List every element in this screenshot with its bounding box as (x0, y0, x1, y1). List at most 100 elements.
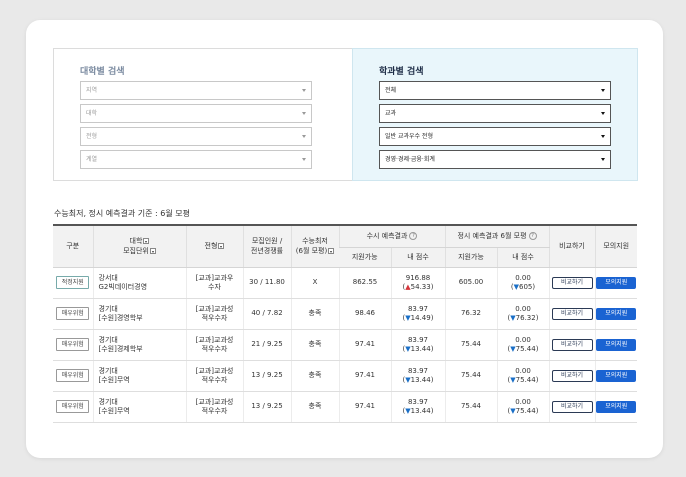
univ-name: 경기대 (98, 335, 118, 344)
susi-delta: 13.44 (410, 375, 431, 384)
cell-mock: 모의지원 (594, 391, 637, 423)
cell-susi-possible: 862.55 (338, 267, 391, 299)
mock-apply-button[interactable]: 모의지원 (596, 400, 637, 413)
col-min-label: 수능최저 (302, 237, 328, 246)
col-jeongsi-score: 내 점수 (496, 247, 549, 268)
results-card: 대학별 검색 지역 대학 전형 계열 학과별 검색 전체 교과 일반 교과우수 … (26, 20, 663, 458)
col-susi-possible: 지원가능 (339, 247, 391, 268)
dept-search-title: 학과별 검색 (379, 67, 424, 77)
table-body: 적정지원 강서대 G2빅데이터경영 [교과]교과우 수자 30 / 11.80 X 862.5… (53, 267, 637, 423)
admission-track-select[interactable]: 전형 (80, 127, 312, 146)
col-susi-score: 내 점수 (390, 247, 445, 268)
track-line1: [교과]교과성 (195, 366, 234, 375)
susi-score: 916.88 (405, 273, 431, 282)
cell-min: 충족 (290, 360, 339, 392)
unit-name: [수원]경영학부 (98, 313, 143, 322)
category-select[interactable]: 교과 (379, 104, 611, 123)
cell-track: [교과]교과성 적우수자 (185, 329, 243, 361)
cell-jeongsi-score: 0.00 (▼75.44) (496, 391, 549, 423)
chevron-down-icon (601, 112, 605, 115)
chevron-down-icon (302, 112, 306, 115)
cell-track: [교과]교과성 적우수자 (185, 391, 243, 423)
col-track[interactable]: 전형 (185, 225, 243, 268)
sort-icon[interactable] (328, 248, 335, 255)
col-quota-label: 모집인원 / (251, 237, 283, 246)
jeongsi-score: 0.00 (515, 335, 531, 344)
susi-delta: 13.44 (410, 406, 431, 415)
track-line1: [교과]교과우 (195, 273, 234, 282)
track-select[interactable]: 일반 교과우수 전형 (379, 127, 611, 146)
track-line1: [교과]교과성 (195, 335, 234, 344)
col-min[interactable]: 수능최저 (6월 모평) (290, 225, 339, 268)
univ-name: 강서대 (98, 273, 118, 282)
col-min-sub: (6월 모평) (295, 247, 328, 256)
univ-search-title: 대학별 검색 (80, 67, 125, 77)
major-select[interactable]: 경영·경제·금융·회계 (379, 150, 611, 169)
univ-name: 경기대 (98, 397, 118, 406)
sort-icon[interactable] (218, 243, 225, 250)
col-susi-label: 수시 예측결과 (366, 232, 408, 241)
scope-select-value: 전체 (385, 87, 397, 94)
mock-apply-button[interactable]: 모의지원 (596, 307, 637, 320)
table-row: 적정지원 강서대 G2빅데이터경영 [교과]교과우 수자 30 / 11.80 X 862.5… (53, 267, 637, 299)
susi-delta: 13.44 (410, 344, 431, 353)
cell-univ: 경기대 [수원]무역 (92, 360, 186, 392)
mock-apply-button[interactable]: 모의지원 (596, 338, 637, 351)
track-line1: [교과]교과성 (195, 304, 234, 313)
sort-icon[interactable] (149, 248, 156, 255)
jeongsi-delta: 605 (519, 282, 533, 291)
field-select[interactable]: 계열 (80, 150, 312, 169)
help-icon[interactable]: ? (409, 232, 418, 241)
unit-name: [수원]무역 (98, 406, 130, 415)
compare-button[interactable]: 비교하기 (551, 369, 593, 382)
col-quota-sub: 전년경쟁률 (250, 247, 284, 256)
results-table: 구분 대학 모집단위 전형 모집인원 / 전년경쟁률 수능최저 (6월 모평) 수시 … (53, 224, 637, 423)
col-compare: 비교하기 (548, 225, 595, 268)
col-susi: 수시 예측결과? (338, 225, 445, 248)
unit-name: [수원]경제학부 (98, 344, 143, 353)
university-select[interactable]: 대학 (80, 104, 312, 123)
mock-apply-button[interactable]: 모의지원 (596, 276, 637, 289)
cell-compare: 비교하기 (548, 360, 595, 392)
col-univ-label: 대학 (129, 237, 143, 246)
cell-susi-possible: 98.46 (338, 298, 391, 330)
cell-track: [교과]교과성 적우수자 (185, 360, 243, 392)
jeongsi-delta: 76.32 (515, 313, 536, 322)
col-univ[interactable]: 대학 모집단위 (92, 225, 186, 268)
cell-univ: 경기대 [수원]경영학부 (92, 298, 186, 330)
help-icon[interactable]: ? (528, 232, 537, 241)
cell-susi-score: 916.88 (▲54.33) (390, 267, 445, 299)
cell-susi-score: 83.97 (▼13.44) (390, 329, 445, 361)
cell-compare: 비교하기 (548, 298, 595, 330)
mock-apply-button[interactable]: 모의지원 (596, 369, 637, 382)
scope-select[interactable]: 전체 (379, 81, 611, 100)
susi-delta: 14.49 (410, 313, 431, 322)
compare-button[interactable]: 비교하기 (551, 338, 593, 351)
cell-quota: 13 / 9.25 (242, 391, 291, 423)
cell-type: 매우위험 (53, 360, 93, 392)
cell-mock: 모의지원 (594, 298, 637, 330)
basis-note: 수능최저, 정시 예측결과 기준 : 6월 모평 (54, 209, 190, 218)
col-jeongsi: 정시 예측결과 6월 모평? (444, 225, 549, 248)
admission-track-select-value: 전형 (86, 133, 98, 140)
region-select[interactable]: 지역 (80, 81, 312, 100)
sort-icon[interactable] (143, 238, 150, 245)
susi-delta: 54.33 (410, 282, 431, 291)
cell-mock: 모의지원 (594, 360, 637, 392)
cell-type: 매우위험 (53, 298, 93, 330)
cell-jeongsi-score: 0.00 (▼605) (496, 267, 549, 299)
compare-button[interactable]: 비교하기 (551, 307, 593, 320)
cell-susi-possible: 97.41 (338, 391, 391, 423)
dept-search-panel: 학과별 검색 전체 교과 일반 교과우수 전형 경영·경제·금융·회계 (352, 48, 638, 181)
cell-jeongsi-possible: 75.44 (444, 391, 497, 423)
chevron-down-icon (302, 158, 306, 161)
cell-mock: 모의지원 (594, 329, 637, 361)
jeongsi-delta: 75.44 (515, 375, 536, 384)
jeongsi-delta: 75.44 (515, 406, 536, 415)
status-badge: 매우위험 (56, 369, 90, 382)
col-jeongsi-label: 정시 예측결과 6월 모평 (457, 232, 527, 241)
table-row: 매우위험 경기대 [수원]경제학부 [교과]교과성 적우수자 21 / 9.25 충족 97.… (53, 329, 637, 361)
field-select-value: 계열 (86, 156, 98, 163)
compare-button[interactable]: 비교하기 (551, 276, 593, 289)
compare-button[interactable]: 비교하기 (551, 400, 593, 413)
